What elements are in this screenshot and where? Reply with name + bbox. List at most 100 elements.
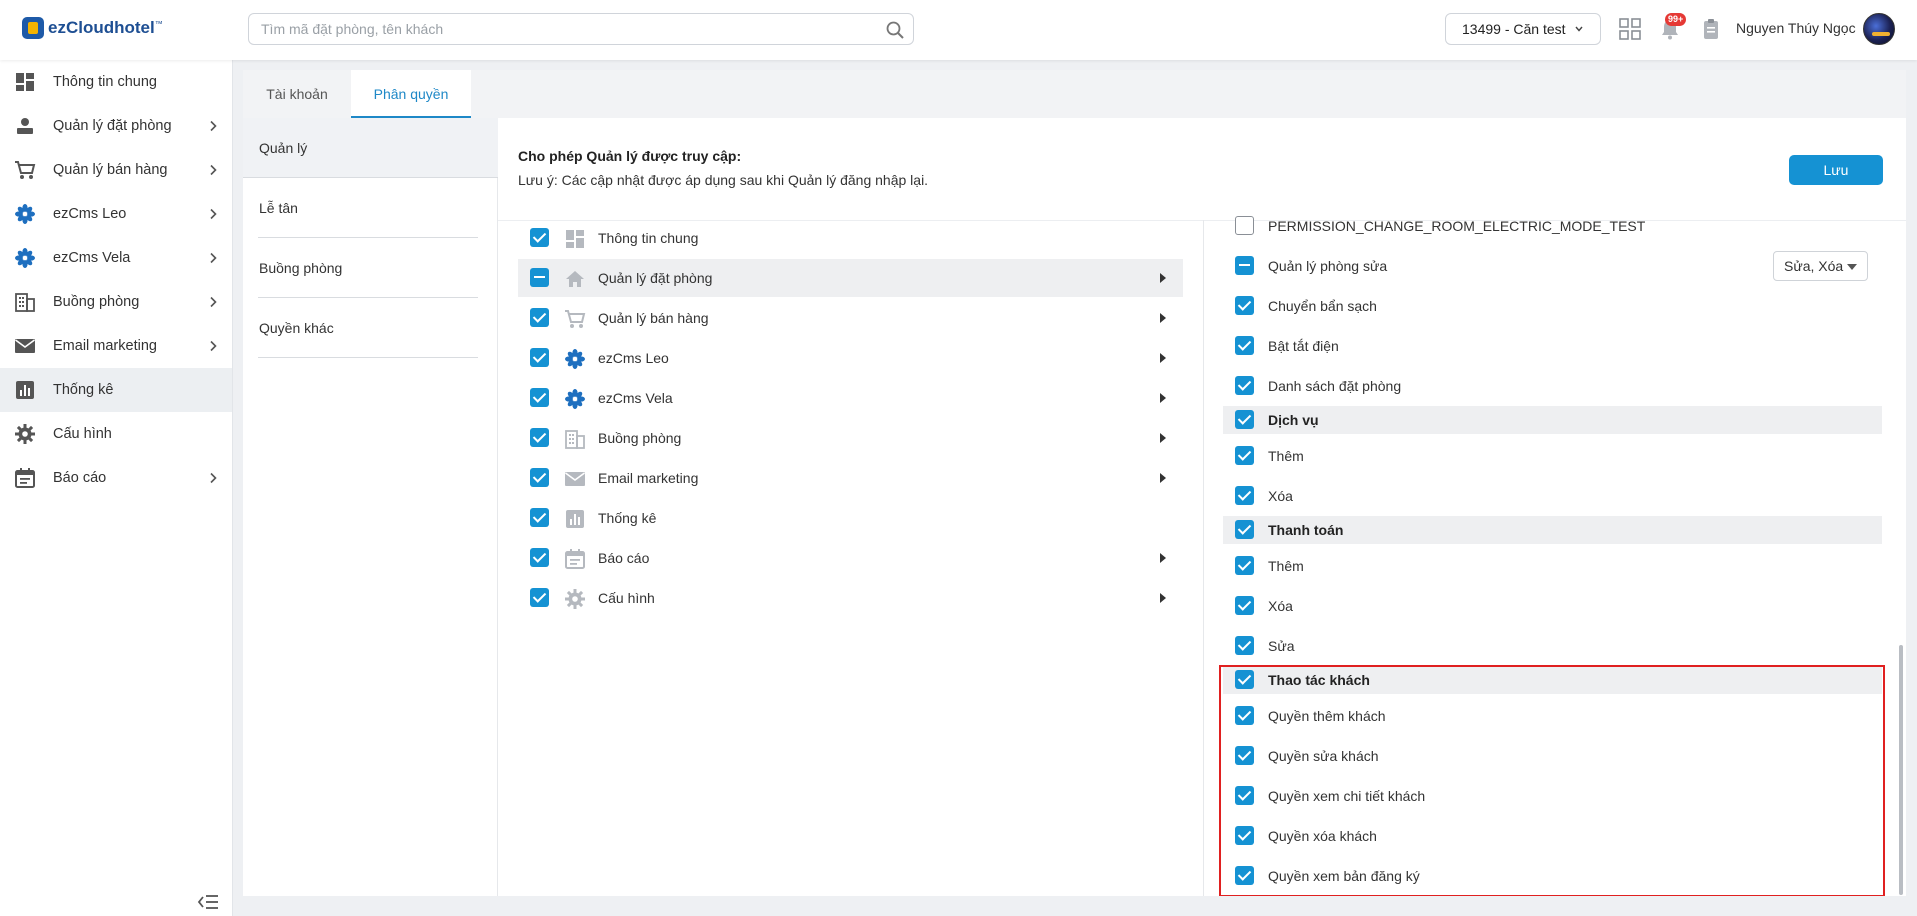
apps-grid-icon[interactable] bbox=[1618, 17, 1642, 41]
sidebar-item-thong-tin-chung[interactable]: Thông tin chung bbox=[0, 60, 232, 104]
checkbox[interactable] bbox=[530, 308, 549, 327]
module-label: Thông tin chung bbox=[598, 230, 699, 246]
checkbox[interactable] bbox=[530, 468, 549, 487]
checkbox[interactable] bbox=[1235, 786, 1254, 805]
permission-item[interactable]: Danh sách đặt phòng bbox=[1223, 371, 1882, 401]
permission-group[interactable]: Dịch vụ bbox=[1223, 406, 1882, 434]
checkbox[interactable] bbox=[1235, 296, 1254, 315]
checkbox[interactable] bbox=[1235, 746, 1254, 765]
role-quan-ly[interactable]: Quản lý bbox=[243, 118, 498, 178]
flower-icon bbox=[565, 349, 585, 369]
permission-item[interactable]: Thêm bbox=[1223, 551, 1882, 581]
permission-item[interactable]: Chuyển bẩn sạch bbox=[1223, 291, 1882, 321]
caret-right-icon[interactable] bbox=[1159, 392, 1167, 404]
bar-chart-icon bbox=[16, 381, 34, 399]
tab-phan-quyen[interactable]: Phân quyền bbox=[351, 70, 471, 118]
scrollbar-thumb[interactable] bbox=[1899, 645, 1903, 895]
checkbox[interactable] bbox=[1235, 376, 1254, 395]
checkbox[interactable] bbox=[1235, 520, 1254, 539]
permission-item[interactable]: Quản lý phòng sửa Sửa, Xóa bbox=[1223, 251, 1882, 281]
module-row-ezcms-vela[interactable]: ezCms Vela bbox=[518, 379, 1183, 417]
checkbox[interactable] bbox=[1235, 446, 1254, 465]
checkbox[interactable] bbox=[1235, 670, 1254, 689]
module-row-email-marketing[interactable]: Email marketing bbox=[518, 459, 1183, 497]
permission-item[interactable]: Quyền xóa khách bbox=[1223, 821, 1882, 851]
permission-item[interactable]: Xóa bbox=[1223, 481, 1882, 511]
hotel-selector-label: 13499 - Căn test bbox=[1462, 21, 1566, 37]
permission-scope-dropdown[interactable]: Sửa, Xóa bbox=[1773, 251, 1868, 281]
caret-right-icon[interactable] bbox=[1159, 592, 1167, 604]
sidebar-item-email-marketing[interactable]: Email marketing bbox=[0, 324, 232, 368]
checkbox[interactable] bbox=[1235, 636, 1254, 655]
search-icon[interactable] bbox=[885, 20, 905, 40]
checkbox[interactable] bbox=[1235, 596, 1254, 615]
module-row-ezcms-leo[interactable]: ezCms Leo bbox=[518, 339, 1183, 377]
collapse-sidebar-icon[interactable] bbox=[197, 893, 219, 911]
permission-group[interactable]: Thanh toán bbox=[1223, 516, 1882, 544]
checkbox[interactable] bbox=[1235, 706, 1254, 725]
permission-item[interactable]: Quyền thêm khách bbox=[1223, 701, 1882, 731]
caret-right-icon[interactable] bbox=[1159, 312, 1167, 324]
caret-right-icon[interactable] bbox=[1159, 352, 1167, 364]
hotel-selector[interactable]: 13499 - Căn test bbox=[1445, 13, 1601, 45]
permission-item[interactable]: Xóa bbox=[1223, 591, 1882, 621]
sidebar-item-ezcms-vela[interactable]: ezCms Vela bbox=[0, 236, 232, 280]
save-button[interactable]: Lưu bbox=[1789, 155, 1883, 185]
permission-item[interactable]: Sửa bbox=[1223, 631, 1882, 661]
checkbox[interactable] bbox=[1235, 826, 1254, 845]
module-row-buong-phong[interactable]: Buồng phòng bbox=[518, 419, 1183, 457]
role-le-tan[interactable]: Lễ tân bbox=[258, 178, 478, 238]
sidebar-item-ezcms-leo[interactable]: ezCms Leo bbox=[0, 192, 232, 236]
module-row-quan-ly-ban-hang[interactable]: Quản lý bán hàng bbox=[518, 299, 1183, 337]
sidebar-item-label: ezCms Vela bbox=[53, 250, 131, 266]
checkbox[interactable] bbox=[1235, 866, 1254, 885]
logo-mark-icon bbox=[22, 17, 44, 39]
checkbox[interactable] bbox=[1235, 216, 1254, 235]
search-input[interactable] bbox=[249, 14, 849, 44]
checkbox[interactable] bbox=[1235, 336, 1254, 355]
module-row-bao-cao[interactable]: Báo cáo bbox=[518, 539, 1183, 577]
checkbox[interactable] bbox=[1235, 486, 1254, 505]
permission-item[interactable]: Quyền xem chi tiết khách bbox=[1223, 781, 1882, 811]
permission-item[interactable]: Bật tắt điện bbox=[1223, 331, 1882, 361]
module-row-thong-ke[interactable]: Thống kê bbox=[518, 499, 1183, 537]
caret-right-icon[interactable] bbox=[1159, 552, 1167, 564]
clipboard-icon[interactable] bbox=[1699, 17, 1723, 41]
permission-item[interactable]: Quyền sửa khách bbox=[1223, 741, 1882, 771]
sidebar-item-thong-ke[interactable]: Thống kê bbox=[0, 368, 232, 412]
sidebar-item-quan-ly-ban-hang[interactable]: Quản lý bán hàng bbox=[0, 148, 232, 192]
checkbox[interactable] bbox=[530, 508, 549, 527]
checkbox[interactable] bbox=[530, 588, 549, 607]
role-buong-phong[interactable]: Buồng phòng bbox=[258, 238, 478, 298]
module-row-cau-hinh[interactable]: Cấu hình bbox=[518, 579, 1183, 617]
sidebar-item-cau-hinh[interactable]: Cấu hình bbox=[0, 412, 232, 456]
permission-label: Bật tắt điện bbox=[1268, 338, 1339, 354]
sidebar-item-buong-phong[interactable]: Buồng phòng bbox=[0, 280, 232, 324]
checkbox[interactable] bbox=[1235, 410, 1254, 429]
permission-group[interactable]: Thao tác khách bbox=[1223, 666, 1882, 694]
permission-item[interactable]: Quyền xem bản đăng ký bbox=[1223, 861, 1882, 891]
module-row-quan-ly-dat-phong[interactable]: Quản lý đặt phòng bbox=[518, 259, 1183, 297]
permission-item[interactable]: PERMISSION_CHANGE_ROOM_ELECTRIC_MODE_TES… bbox=[1223, 211, 1882, 241]
role-quyen-khac[interactable]: Quyền khác bbox=[258, 298, 478, 358]
checkbox[interactable] bbox=[530, 228, 549, 247]
permission-item[interactable]: Thêm bbox=[1223, 441, 1882, 471]
checkbox[interactable] bbox=[530, 388, 549, 407]
caret-right-icon[interactable] bbox=[1159, 472, 1167, 484]
permission-group-label: Thao tác khách bbox=[1268, 672, 1370, 688]
caret-right-icon[interactable] bbox=[1159, 432, 1167, 444]
checkbox[interactable] bbox=[530, 268, 549, 287]
tab-tai-khoan[interactable]: Tài khoản bbox=[243, 70, 351, 118]
user-avatar[interactable] bbox=[1863, 13, 1895, 45]
app-logo[interactable]: ezCloudhotel™ bbox=[22, 17, 163, 39]
checkbox[interactable] bbox=[530, 348, 549, 367]
checkbox[interactable] bbox=[530, 428, 549, 447]
module-row-thong-tin-chung[interactable]: Thông tin chung bbox=[518, 219, 1183, 257]
user-name[interactable]: Nguyen Thúy Ngọc bbox=[1736, 20, 1856, 36]
checkbox[interactable] bbox=[1235, 256, 1254, 275]
sidebar-item-bao-cao[interactable]: Báo cáo bbox=[0, 456, 232, 500]
checkbox[interactable] bbox=[1235, 556, 1254, 575]
sidebar-item-quan-ly-dat-phong[interactable]: Quản lý đặt phòng bbox=[0, 104, 232, 148]
checkbox[interactable] bbox=[530, 548, 549, 567]
caret-right-icon[interactable] bbox=[1159, 272, 1167, 284]
